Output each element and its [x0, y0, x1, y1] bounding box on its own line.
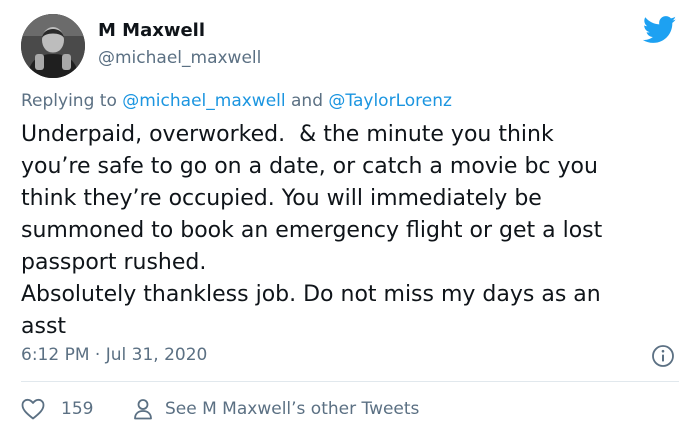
author-name[interactable]: M Maxwell [98, 20, 205, 41]
other-tweets-label: See M Maxwell’s other Tweets [165, 399, 420, 419]
tweet-timestamp[interactable]: 6:12 PM · Jul 31, 2020 [21, 345, 207, 365]
heart-icon [21, 398, 45, 420]
reply-prefix: Replying to [21, 91, 123, 111]
twitter-bird-icon[interactable] [643, 16, 677, 44]
person-icon [134, 399, 152, 420]
avatar-photo [21, 14, 85, 78]
tweet-text: Underpaid, overworked. & the minute you … [21, 122, 603, 339]
see-other-tweets-link[interactable]: See M Maxwell’s other Tweets [133, 396, 419, 422]
divider [21, 381, 679, 382]
mention-link[interactable]: @TaylorLorenz [328, 91, 452, 111]
info-icon[interactable] [651, 344, 675, 368]
embedded-tweet: M Maxwell @michael_maxwell Replying to @… [0, 0, 700, 437]
reply-conjunction: and [285, 91, 329, 111]
like-button[interactable]: 159 [21, 396, 93, 422]
mention-link[interactable]: @michael_maxwell [122, 91, 285, 111]
like-count: 159 [61, 399, 94, 419]
avatar[interactable] [21, 14, 85, 78]
author-handle[interactable]: @michael_maxwell [98, 48, 261, 68]
reply-context: Replying to @michael_maxwell and @Taylor… [21, 91, 452, 111]
